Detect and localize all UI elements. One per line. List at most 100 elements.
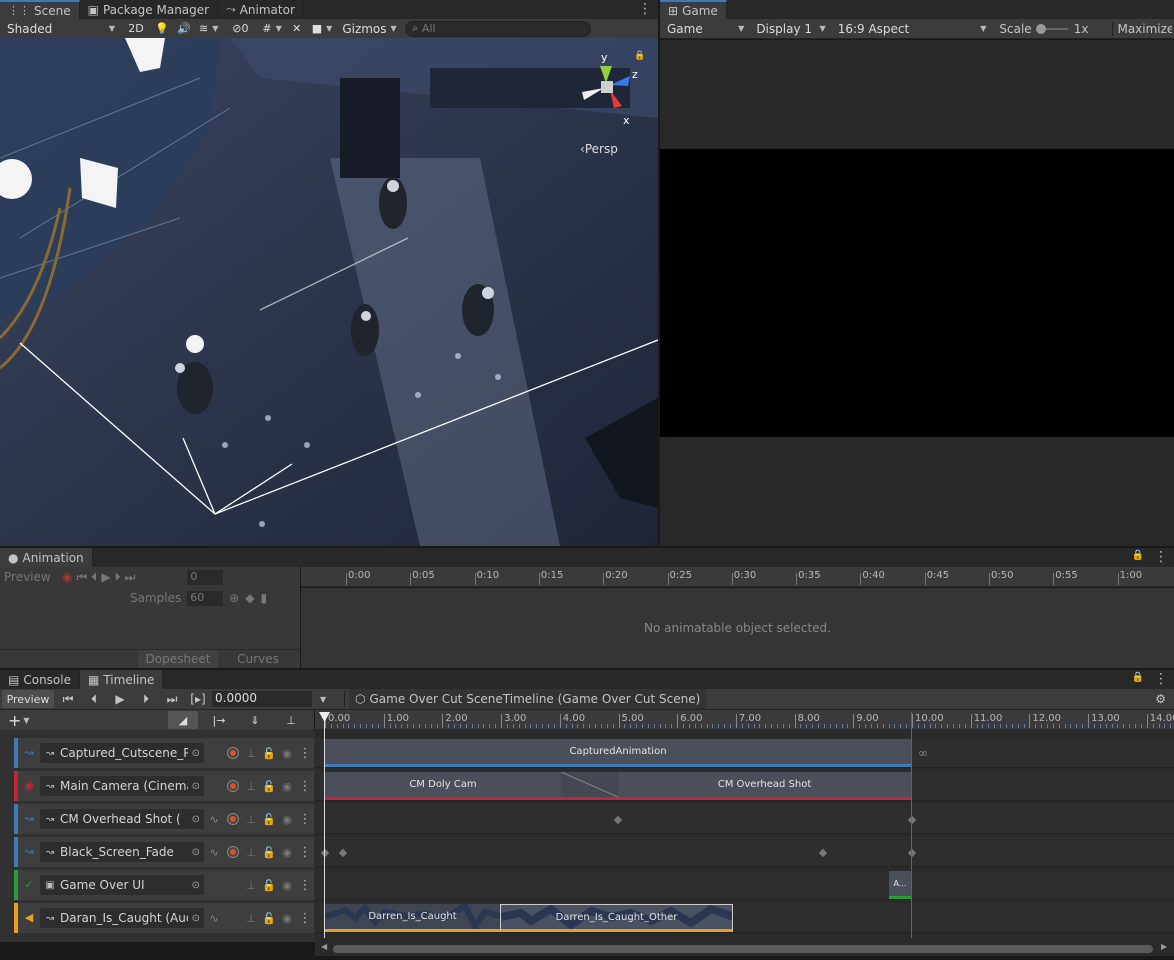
- prev-frame-icon[interactable]: ⏴: [82, 692, 106, 707]
- animation-time-ruler[interactable]: 0:00 0:05 0:10 0:15 0:20 0:25 0:30 0:35 0:40 0:45…: [301, 567, 1174, 587]
- lock-icon[interactable]: 🔓: [260, 879, 278, 892]
- prev-frame-icon[interactable]: ⏴: [91, 570, 97, 585]
- curves-toggle-icon[interactable]: ◢: [168, 711, 198, 729]
- tools-button[interactable]: ✕: [286, 19, 307, 38]
- play-icon[interactable]: ▶: [101, 570, 110, 584]
- pin-icon[interactable]: ⊥: [276, 711, 306, 729]
- timeline-ruler[interactable]: 0.00 1.00 2.00 3.00 4.00 5.00 6.00 7.00 8.00 9.00…: [315, 710, 1174, 730]
- lock-icon[interactable]: 🔓: [260, 813, 278, 826]
- add-keyframe-icon[interactable]: ⊕: [229, 591, 239, 605]
- scale-slider[interactable]: [1035, 23, 1068, 34]
- time-field[interactable]: 0.0000: [212, 691, 312, 707]
- add-track-button[interactable]: +: [8, 711, 21, 730]
- eye-icon[interactable]: ◉: [278, 912, 296, 925]
- aspect-dropdown[interactable]: 16:9 Aspect ▼: [832, 19, 992, 38]
- track-lane[interactable]: [315, 804, 1174, 834]
- lock-icon[interactable]: 🔓: [260, 912, 278, 925]
- pin-icon[interactable]: ⊥: [242, 846, 260, 859]
- clip-audio-darren-is-caught-other[interactable]: Darren_Is_Caught_Other: [500, 904, 733, 932]
- next-frame-icon[interactable]: ⏵: [134, 692, 158, 707]
- tab-game[interactable]: ⊞ Game: [660, 0, 727, 19]
- object-picker-icon[interactable]: ⊙: [192, 748, 200, 759]
- search-input[interactable]: [421, 22, 562, 35]
- clip-cm-overhead-shot[interactable]: CM Overhead Shot: [618, 772, 911, 800]
- time-format-dropdown[interactable]: ▼: [320, 695, 340, 704]
- track-binding-field[interactable]: ▣ Game Over UI ⊙: [40, 875, 204, 895]
- breadcrumb[interactable]: ⬡ Game Over Cut SceneTimeline (Game Over…: [349, 689, 707, 709]
- maximize-button[interactable]: Maximize: [1112, 21, 1172, 36]
- pin-icon[interactable]: ⊥: [242, 747, 260, 760]
- event-icon[interactable]: ▮: [261, 591, 268, 605]
- persp-toggle[interactable]: ‹Persp: [580, 142, 618, 156]
- curves-icon[interactable]: ∿: [204, 813, 224, 826]
- next-frame-icon[interactable]: ⏵: [115, 570, 121, 585]
- track-menu-icon[interactable]: ⋮: [296, 779, 314, 794]
- track-lane[interactable]: [315, 837, 1174, 867]
- track-binding-field[interactable]: ↝ Daran_Is_Caught (Audic ⊙: [40, 908, 204, 928]
- animation-menu-icon[interactable]: ⋮: [1148, 548, 1174, 567]
- tab-curves[interactable]: Curves: [218, 650, 298, 668]
- timeline-menu-icon[interactable]: ⋮: [1148, 670, 1174, 689]
- first-frame-icon[interactable]: ⏮: [56, 692, 80, 707]
- effects-toggle-button[interactable]: ≋ ▼: [196, 19, 222, 38]
- scene-viewport[interactable]: y z x ‹Persp 🔒: [0, 38, 658, 546]
- record-button[interactable]: [224, 744, 242, 762]
- last-frame-icon[interactable]: ⏭: [160, 692, 184, 707]
- record-button[interactable]: [224, 876, 242, 894]
- frame-field[interactable]: 0: [187, 569, 224, 585]
- samples-field[interactable]: 60: [187, 590, 224, 606]
- add-event-icon[interactable]: ◆: [245, 591, 254, 605]
- object-picker-icon[interactable]: ⊙: [192, 880, 200, 891]
- clip-audio-darren-is-caught[interactable]: Darren_Is_Caught: [325, 904, 500, 932]
- gizmos-dropdown[interactable]: Gizmos ▼: [337, 19, 400, 38]
- lock-icon[interactable]: 🔒: [1128, 670, 1148, 689]
- record-button[interactable]: [224, 810, 242, 828]
- track-menu-icon[interactable]: ⋮: [296, 845, 314, 860]
- eye-icon[interactable]: ◉: [278, 813, 296, 826]
- track-binding-field[interactable]: ↝ CM Overhead Shot ( ⊙: [40, 809, 204, 829]
- audio-toggle-button[interactable]: 🔊: [174, 19, 194, 38]
- play-icon[interactable]: ▶: [108, 692, 132, 706]
- camera-button[interactable]: ■ ▼: [308, 19, 336, 38]
- tab-animator[interactable]: ⤳ Animator: [218, 0, 304, 19]
- animation-preview-button[interactable]: Preview: [4, 570, 58, 584]
- scrollbar-thumb[interactable]: [333, 945, 1153, 953]
- orientation-gizmo[interactable]: y z x ‹Persp: [570, 48, 650, 158]
- gear-icon[interactable]: ⚙: [1149, 692, 1172, 706]
- pin-icon[interactable]: ⊥: [242, 813, 260, 826]
- last-frame-icon[interactable]: ⏭: [125, 570, 136, 585]
- scene-search-field[interactable]: ⌕: [405, 20, 592, 37]
- record-button[interactable]: [224, 777, 242, 795]
- tab-console[interactable]: ▤ Console: [0, 670, 80, 689]
- eye-icon[interactable]: ◉: [278, 780, 296, 793]
- ripple-icon[interactable]: |→: [204, 711, 234, 729]
- timeline-scrollbar[interactable]: ◀ ▶: [315, 942, 1174, 956]
- tab-package-manager[interactable]: ▣ Package Manager: [79, 0, 219, 19]
- timeline-preview-button[interactable]: Preview: [2, 690, 54, 708]
- clip-captured-animation[interactable]: CapturedAnimation: [325, 739, 911, 767]
- track-menu-icon[interactable]: ⋮: [296, 746, 314, 761]
- track-menu-icon[interactable]: ⋮: [296, 878, 314, 893]
- record-icon[interactable]: ◉: [62, 570, 72, 584]
- track-menu-icon[interactable]: ⋮: [296, 812, 314, 827]
- scroll-left-icon[interactable]: ◀: [321, 942, 327, 951]
- eye-icon[interactable]: ◉: [278, 879, 296, 892]
- game-view[interactable]: [660, 40, 1174, 546]
- track-binding-field[interactable]: ↝ Main Camera (Cinemachine ⊙: [40, 776, 204, 796]
- object-picker-icon[interactable]: ⊙: [192, 814, 200, 825]
- object-picker-icon[interactable]: ⊙: [192, 847, 200, 858]
- track-binding-field[interactable]: ↝ Captured_Cutscene_Po ⊙: [40, 743, 204, 763]
- lock-icon[interactable]: 🔓: [260, 846, 278, 859]
- track-lane[interactable]: [315, 870, 1174, 900]
- tab-timeline[interactable]: ▦ Timeline: [79, 670, 164, 689]
- lock-icon[interactable]: 🔓: [260, 747, 278, 760]
- first-frame-icon[interactable]: ⏮: [76, 570, 87, 585]
- track-header[interactable]: ↝ ↝ CM Overhead Shot ( ⊙ ∿ ⊥ 🔓 ◉ ⋮: [0, 804, 314, 834]
- scene-menu-icon[interactable]: ⋮: [632, 0, 658, 19]
- track-header[interactable]: ✓ ▣ Game Over UI ⊙ ⊥ 🔓 ◉ ⋮: [0, 870, 314, 900]
- record-button[interactable]: [224, 909, 242, 927]
- clip-game-over-ui[interactable]: A...: [889, 871, 911, 899]
- pin-icon[interactable]: ⊥: [242, 912, 260, 925]
- lock-icon[interactable]: 🔓: [260, 780, 278, 793]
- tab-animation[interactable]: ● Animation: [0, 548, 93, 567]
